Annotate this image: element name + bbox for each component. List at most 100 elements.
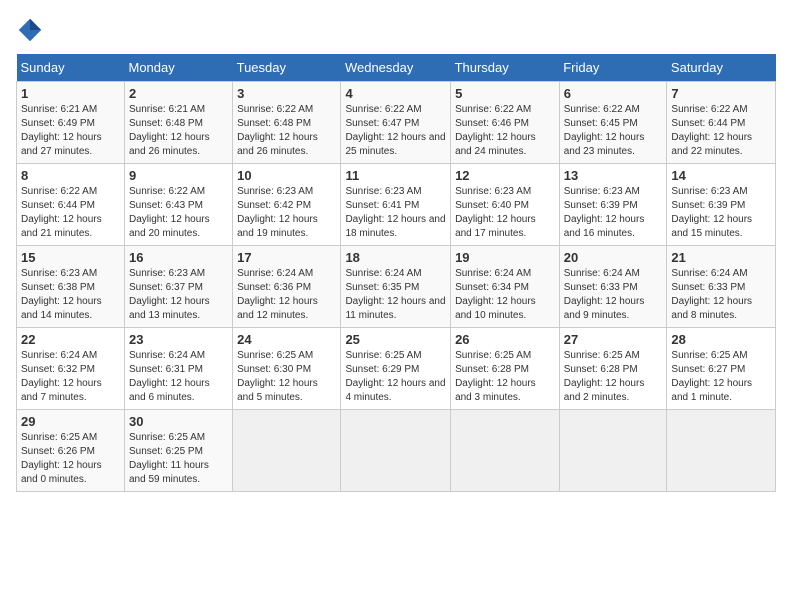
table-row: 28 Sunrise: 6:25 AMSunset: 6:27 PMDaylig… bbox=[667, 328, 776, 410]
table-row: 19 Sunrise: 6:24 AMSunset: 6:34 PMDaylig… bbox=[451, 246, 560, 328]
day-info: Sunrise: 6:25 AMSunset: 6:26 PMDaylight:… bbox=[21, 432, 102, 485]
day-number: 6 bbox=[564, 86, 663, 101]
day-number: 24 bbox=[237, 332, 336, 347]
day-info: Sunrise: 6:25 AMSunset: 6:30 PMDaylight:… bbox=[237, 350, 318, 403]
day-info: Sunrise: 6:23 AMSunset: 6:39 PMDaylight:… bbox=[564, 186, 645, 239]
day-info: Sunrise: 6:22 AMSunset: 6:43 PMDaylight:… bbox=[129, 186, 210, 239]
day-number: 3 bbox=[237, 86, 336, 101]
day-info: Sunrise: 6:24 AMSunset: 6:31 PMDaylight:… bbox=[129, 350, 210, 403]
day-number: 23 bbox=[129, 332, 228, 347]
col-header-wednesday: Wednesday bbox=[341, 54, 451, 82]
day-info: Sunrise: 6:24 AMSunset: 6:35 PMDaylight:… bbox=[345, 268, 445, 321]
day-number: 14 bbox=[671, 168, 771, 183]
table-row bbox=[451, 410, 560, 492]
col-header-sunday: Sunday bbox=[17, 54, 125, 82]
table-row: 21 Sunrise: 6:24 AMSunset: 6:33 PMDaylig… bbox=[667, 246, 776, 328]
table-row: 4 Sunrise: 6:22 AMSunset: 6:47 PMDayligh… bbox=[341, 82, 451, 164]
day-number: 10 bbox=[237, 168, 336, 183]
day-number: 26 bbox=[455, 332, 555, 347]
day-number: 15 bbox=[21, 250, 120, 265]
day-info: Sunrise: 6:25 AMSunset: 6:28 PMDaylight:… bbox=[564, 350, 645, 403]
table-row: 13 Sunrise: 6:23 AMSunset: 6:39 PMDaylig… bbox=[559, 164, 667, 246]
table-row bbox=[559, 410, 667, 492]
day-info: Sunrise: 6:23 AMSunset: 6:39 PMDaylight:… bbox=[671, 186, 752, 239]
table-row: 7 Sunrise: 6:22 AMSunset: 6:44 PMDayligh… bbox=[667, 82, 776, 164]
table-row: 22 Sunrise: 6:24 AMSunset: 6:32 PMDaylig… bbox=[17, 328, 125, 410]
day-info: Sunrise: 6:25 AMSunset: 6:29 PMDaylight:… bbox=[345, 350, 445, 403]
day-info: Sunrise: 6:23 AMSunset: 6:40 PMDaylight:… bbox=[455, 186, 536, 239]
table-row: 14 Sunrise: 6:23 AMSunset: 6:39 PMDaylig… bbox=[667, 164, 776, 246]
table-row: 18 Sunrise: 6:24 AMSunset: 6:35 PMDaylig… bbox=[341, 246, 451, 328]
table-row: 30 Sunrise: 6:25 AMSunset: 6:25 PMDaylig… bbox=[124, 410, 232, 492]
day-number: 22 bbox=[21, 332, 120, 347]
day-number: 28 bbox=[671, 332, 771, 347]
table-row bbox=[341, 410, 451, 492]
day-number: 11 bbox=[345, 168, 446, 183]
day-info: Sunrise: 6:24 AMSunset: 6:33 PMDaylight:… bbox=[564, 268, 645, 321]
table-row: 9 Sunrise: 6:22 AMSunset: 6:43 PMDayligh… bbox=[124, 164, 232, 246]
day-info: Sunrise: 6:22 AMSunset: 6:44 PMDaylight:… bbox=[21, 186, 102, 239]
day-info: Sunrise: 6:23 AMSunset: 6:38 PMDaylight:… bbox=[21, 268, 102, 321]
table-row: 2 Sunrise: 6:21 AMSunset: 6:48 PMDayligh… bbox=[124, 82, 232, 164]
logo bbox=[16, 16, 48, 44]
table-row: 6 Sunrise: 6:22 AMSunset: 6:45 PMDayligh… bbox=[559, 82, 667, 164]
day-number: 19 bbox=[455, 250, 555, 265]
day-number: 5 bbox=[455, 86, 555, 101]
col-header-friday: Friday bbox=[559, 54, 667, 82]
table-row: 23 Sunrise: 6:24 AMSunset: 6:31 PMDaylig… bbox=[124, 328, 232, 410]
day-info: Sunrise: 6:23 AMSunset: 6:41 PMDaylight:… bbox=[345, 186, 445, 239]
table-row: 17 Sunrise: 6:24 AMSunset: 6:36 PMDaylig… bbox=[233, 246, 341, 328]
table-row bbox=[667, 410, 776, 492]
day-info: Sunrise: 6:22 AMSunset: 6:46 PMDaylight:… bbox=[455, 104, 536, 157]
day-number: 20 bbox=[564, 250, 663, 265]
col-header-thursday: Thursday bbox=[451, 54, 560, 82]
col-header-monday: Monday bbox=[124, 54, 232, 82]
day-info: Sunrise: 6:25 AMSunset: 6:28 PMDaylight:… bbox=[455, 350, 536, 403]
table-row: 1 Sunrise: 6:21 AMSunset: 6:49 PMDayligh… bbox=[17, 82, 125, 164]
table-row: 27 Sunrise: 6:25 AMSunset: 6:28 PMDaylig… bbox=[559, 328, 667, 410]
day-number: 17 bbox=[237, 250, 336, 265]
day-info: Sunrise: 6:23 AMSunset: 6:37 PMDaylight:… bbox=[129, 268, 210, 321]
day-number: 18 bbox=[345, 250, 446, 265]
table-row: 5 Sunrise: 6:22 AMSunset: 6:46 PMDayligh… bbox=[451, 82, 560, 164]
day-info: Sunrise: 6:21 AMSunset: 6:49 PMDaylight:… bbox=[21, 104, 102, 157]
day-info: Sunrise: 6:22 AMSunset: 6:45 PMDaylight:… bbox=[564, 104, 645, 157]
table-row: 12 Sunrise: 6:23 AMSunset: 6:40 PMDaylig… bbox=[451, 164, 560, 246]
day-info: Sunrise: 6:25 AMSunset: 6:25 PMDaylight:… bbox=[129, 432, 209, 485]
day-number: 4 bbox=[345, 86, 446, 101]
day-info: Sunrise: 6:25 AMSunset: 6:27 PMDaylight:… bbox=[671, 350, 752, 403]
day-number: 13 bbox=[564, 168, 663, 183]
table-row: 29 Sunrise: 6:25 AMSunset: 6:26 PMDaylig… bbox=[17, 410, 125, 492]
day-number: 25 bbox=[345, 332, 446, 347]
day-info: Sunrise: 6:22 AMSunset: 6:44 PMDaylight:… bbox=[671, 104, 752, 157]
day-number: 8 bbox=[21, 168, 120, 183]
day-info: Sunrise: 6:23 AMSunset: 6:42 PMDaylight:… bbox=[237, 186, 318, 239]
table-row: 8 Sunrise: 6:22 AMSunset: 6:44 PMDayligh… bbox=[17, 164, 125, 246]
table-row: 25 Sunrise: 6:25 AMSunset: 6:29 PMDaylig… bbox=[341, 328, 451, 410]
logo-icon bbox=[16, 16, 44, 44]
day-number: 1 bbox=[21, 86, 120, 101]
day-number: 29 bbox=[21, 414, 120, 429]
day-number: 12 bbox=[455, 168, 555, 183]
day-number: 27 bbox=[564, 332, 663, 347]
day-number: 30 bbox=[129, 414, 228, 429]
table-row: 15 Sunrise: 6:23 AMSunset: 6:38 PMDaylig… bbox=[17, 246, 125, 328]
table-row bbox=[233, 410, 341, 492]
day-info: Sunrise: 6:24 AMSunset: 6:32 PMDaylight:… bbox=[21, 350, 102, 403]
day-number: 9 bbox=[129, 168, 228, 183]
calendar-table: SundayMondayTuesdayWednesdayThursdayFrid… bbox=[16, 54, 776, 492]
day-info: Sunrise: 6:24 AMSunset: 6:34 PMDaylight:… bbox=[455, 268, 536, 321]
day-number: 7 bbox=[671, 86, 771, 101]
col-header-saturday: Saturday bbox=[667, 54, 776, 82]
day-info: Sunrise: 6:22 AMSunset: 6:47 PMDaylight:… bbox=[345, 104, 445, 157]
day-number: 2 bbox=[129, 86, 228, 101]
day-info: Sunrise: 6:24 AMSunset: 6:33 PMDaylight:… bbox=[671, 268, 752, 321]
table-row: 26 Sunrise: 6:25 AMSunset: 6:28 PMDaylig… bbox=[451, 328, 560, 410]
day-number: 16 bbox=[129, 250, 228, 265]
col-header-tuesday: Tuesday bbox=[233, 54, 341, 82]
table-row: 11 Sunrise: 6:23 AMSunset: 6:41 PMDaylig… bbox=[341, 164, 451, 246]
day-info: Sunrise: 6:21 AMSunset: 6:48 PMDaylight:… bbox=[129, 104, 210, 157]
day-number: 21 bbox=[671, 250, 771, 265]
table-row: 10 Sunrise: 6:23 AMSunset: 6:42 PMDaylig… bbox=[233, 164, 341, 246]
day-info: Sunrise: 6:22 AMSunset: 6:48 PMDaylight:… bbox=[237, 104, 318, 157]
